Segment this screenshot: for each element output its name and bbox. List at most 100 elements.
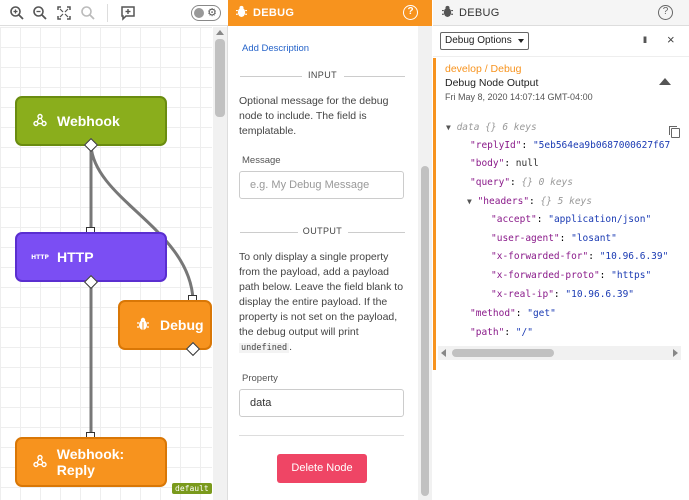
add-description-link[interactable]: Add Description <box>242 43 309 54</box>
debug-panel-title: DEBUG <box>459 6 500 19</box>
undefined-code: undefined <box>239 343 290 353</box>
zoom-out-icon[interactable] <box>32 5 48 21</box>
json-row-headers[interactable]: ▼ "headers": {} 5 keys <box>467 195 592 209</box>
debug-options-dropdown[interactable]: Debug Options <box>440 32 529 50</box>
close-icon[interactable]: × <box>667 32 675 47</box>
json-value: "10.96.6.39" <box>599 251 669 262</box>
add-comment-icon[interactable] <box>120 5 136 21</box>
json-value: "losant" <box>571 233 617 244</box>
settings-toggle[interactable]: ⚙ <box>191 5 221 21</box>
divider <box>344 76 405 77</box>
json-row-root[interactable]: ▼ data {} 6 keys <box>446 121 537 135</box>
scroll-thumb[interactable] <box>215 39 225 117</box>
editor-header: DEBUG ? <box>228 0 432 26</box>
json-key: "path" <box>470 327 505 338</box>
workflow-canvas: ⚙ Webhook HTTP HTTP Debug Webhook: Reply… <box>0 0 228 500</box>
json-horizontal-scrollbar[interactable] <box>438 346 681 360</box>
pause-icon[interactable]: II <box>643 35 647 45</box>
json-row-replyid: "replyId": "5eb564ea9b0687000627f67 <box>470 140 671 151</box>
canvas-vertical-scrollbar[interactable] <box>213 27 227 500</box>
json-key: "headers" <box>477 196 530 207</box>
json-row-x-forwarded-for: "x-forwarded-for": "10.96.6.39" <box>491 251 669 262</box>
json-meta: {} 0 keys <box>521 177 573 188</box>
webhook-icon <box>31 113 49 130</box>
json-row-path: "path": "/" <box>470 327 533 338</box>
scroll-thumb[interactable] <box>421 166 429 496</box>
node-editor-panel: DEBUG ? Add Description INPUT Optional m… <box>228 0 432 500</box>
chevron-down-icon <box>518 39 524 43</box>
json-value: "get" <box>527 308 556 319</box>
json-value: "/" <box>515 327 533 338</box>
debug-node-label: Debug <box>160 317 204 333</box>
message-name: Debug Node Output <box>445 77 539 89</box>
json-meta: {} 6 keys <box>485 122 537 133</box>
json-value: "10.96.6.39" <box>565 289 635 300</box>
message-path[interactable]: develop / Debug <box>445 63 521 75</box>
scroll-thumb[interactable] <box>452 349 554 357</box>
json-row-method: "method": "get" <box>470 308 556 319</box>
expanded-toggle-icon[interactable]: ▼ <box>446 123 451 132</box>
json-meta: {} 5 keys <box>540 196 592 207</box>
output-help-text: To only display a single property from t… <box>239 250 409 356</box>
gear-icon: ⚙ <box>207 6 217 19</box>
workflow-editor: ⚙ Webhook HTTP HTTP Debug Webhook: Reply… <box>0 0 689 500</box>
divider <box>433 56 689 57</box>
input-section-header: INPUT <box>240 70 405 82</box>
scroll-up-icon[interactable] <box>216 30 224 35</box>
json-key: "body" <box>470 158 505 169</box>
json-value: "5eb564ea9b0687000627f67 <box>532 140 671 151</box>
editor-title: DEBUG <box>253 7 295 19</box>
json-value: "application/json" <box>548 214 652 225</box>
debug-node[interactable]: Debug <box>118 300 212 350</box>
bug-icon <box>236 5 247 21</box>
delete-node-button[interactable]: Delete Node <box>277 454 367 483</box>
output-help-main: To only display a single property from t… <box>239 251 404 338</box>
property-input[interactable]: data <box>239 389 404 417</box>
http-node-label: HTTP <box>57 249 94 265</box>
json-row-body: "body": null <box>470 158 539 169</box>
input-section-label: INPUT <box>308 70 337 80</box>
bug-icon <box>134 317 152 334</box>
editor-scrollbar[interactable] <box>418 26 432 500</box>
debug-panel-header: DEBUG ? <box>433 0 689 26</box>
message-timestamp: Fri May 8, 2020 14:07:14 GMT-04:00 <box>445 92 593 102</box>
help-icon[interactable]: ? <box>658 5 673 20</box>
property-label: Property <box>242 373 278 384</box>
debug-options-label: Debug Options <box>445 35 512 46</box>
message-input[interactable]: e.g. My Debug Message <box>239 171 404 199</box>
input-help-text: Optional message for the debug node to i… <box>239 95 389 137</box>
webhook-reply-node[interactable]: Webhook: Reply <box>15 437 167 487</box>
zoom-in-icon[interactable] <box>9 5 25 21</box>
message-label: Message <box>242 155 281 166</box>
default-badge: default <box>172 483 212 494</box>
http-icon: HTTP <box>31 253 49 261</box>
json-value: null <box>515 158 539 169</box>
scroll-left-icon[interactable] <box>441 349 446 357</box>
json-key: "accept" <box>491 214 537 225</box>
expanded-toggle-icon[interactable]: ▼ <box>467 197 472 206</box>
json-key: "x-forwarded-proto" <box>491 270 600 281</box>
output-help-end: . <box>289 341 292 353</box>
divider <box>348 232 405 233</box>
fit-screen-icon[interactable] <box>56 5 72 21</box>
json-key: "replyId" <box>470 140 522 151</box>
webhook-icon <box>31 454 49 471</box>
toggle-knob <box>194 8 204 18</box>
search-icon[interactable] <box>80 5 96 21</box>
json-key: "x-real-ip" <box>491 289 554 300</box>
output-section-label: OUTPUT <box>302 226 343 236</box>
json-row-user-agent: "user-agent": "losant" <box>491 233 617 244</box>
reply-node-label: Webhook: Reply <box>56 446 125 478</box>
scroll-right-icon[interactable] <box>673 349 678 357</box>
canvas-toolbar: ⚙ <box>0 0 228 26</box>
json-key: "user-agent" <box>491 233 560 244</box>
json-row-x-forwarded-proto: "x-forwarded-proto": "https" <box>491 270 652 281</box>
json-value: "https" <box>611 270 652 281</box>
collapse-icon[interactable] <box>659 78 671 85</box>
toolbar-divider <box>107 4 108 22</box>
help-icon[interactable]: ? <box>403 5 418 20</box>
copy-icon[interactable] <box>669 126 680 138</box>
divider <box>239 435 404 436</box>
webhook-node-label: Webhook <box>57 113 120 129</box>
json-key: "x-forwarded-for" <box>491 251 589 262</box>
